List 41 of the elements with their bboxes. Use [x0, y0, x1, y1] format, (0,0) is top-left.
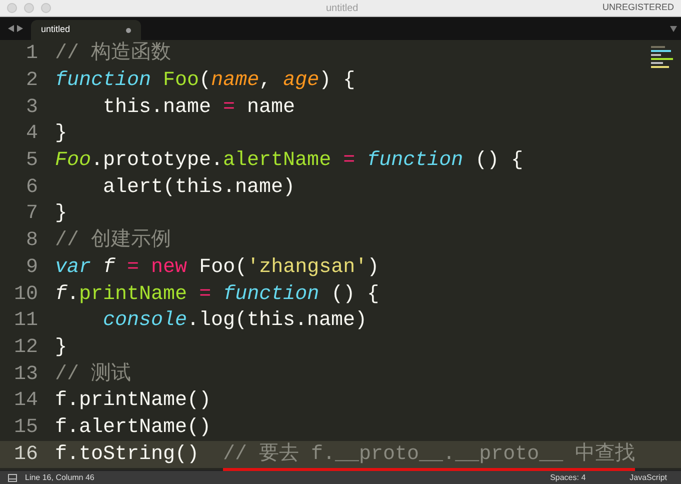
- forward-arrow-icon[interactable]: [17, 25, 23, 32]
- code-line: }: [55, 121, 68, 148]
- back-arrow-icon[interactable]: [8, 25, 14, 32]
- line-number: 2: [24, 68, 39, 94]
- line-number: 10: [12, 282, 39, 308]
- code-line: alert(this.name): [102, 174, 296, 201]
- cursor-position: Line 16, Column 46: [25, 472, 94, 484]
- editor-tab[interactable]: untitled: [31, 20, 141, 40]
- line-number: 13: [12, 362, 39, 388]
- panel-toggle-icon[interactable]: [8, 474, 17, 482]
- code-line: this.name = name: [102, 94, 296, 121]
- syntax-setting[interactable]: JavaScript: [630, 472, 667, 484]
- code-line: }: [55, 201, 68, 228]
- dropdown-caret-icon[interactable]: [670, 26, 677, 32]
- code-line: f.printName(): [55, 388, 212, 414]
- window-title: untitled: [326, 2, 358, 16]
- line-number: 7: [24, 201, 39, 228]
- code-line: f.alertName(): [55, 414, 212, 441]
- code-line: Foo.prototype.alertName = function () {: [55, 148, 524, 174]
- line-number: 4: [24, 121, 39, 148]
- code-line: }: [55, 334, 68, 361]
- line-number: 16: [12, 442, 39, 468]
- line-number: 6: [24, 174, 39, 201]
- indentation-setting[interactable]: Spaces: 4: [550, 472, 586, 484]
- line-number: 15: [12, 414, 39, 441]
- code-line: // 测试: [55, 362, 132, 388]
- line-number: 1: [24, 41, 39, 68]
- code-line: // 构造函数: [55, 40, 172, 68]
- code-line: var f = new Foo('zhangsan'): [55, 254, 380, 281]
- line-number: 9: [24, 254, 39, 281]
- line-number: 3: [24, 94, 39, 121]
- line-number: 5: [24, 148, 39, 174]
- line-number: 11: [12, 308, 39, 334]
- code-line: console.log(this.name): [102, 308, 368, 334]
- line-number: 8: [24, 228, 39, 254]
- line-number: 14: [12, 388, 39, 414]
- unregistered-label: UNREGISTERED: [602, 1, 674, 14]
- code-line: f.printName = function () {: [55, 282, 380, 308]
- code-line: // 创建示例: [55, 228, 172, 254]
- line-number: 12: [12, 334, 39, 361]
- code-line: function Foo(name, age) {: [55, 68, 356, 94]
